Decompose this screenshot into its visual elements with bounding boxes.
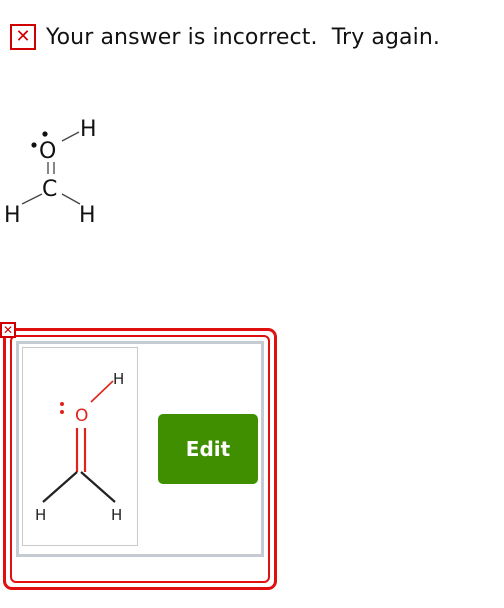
feedback-text: Your answer is incorrect. Try again. <box>46 24 440 50</box>
h-right-label: H <box>111 506 122 524</box>
c-h-bond-left <box>21 193 43 205</box>
h-left-label: H <box>4 203 21 228</box>
c-h-bond-right <box>80 471 116 503</box>
lone-pair-dot <box>42 131 48 137</box>
lone-pair-dot <box>31 142 37 148</box>
submitted-structure: O H C H H <box>4 117 97 228</box>
oxygen-label: O <box>39 139 56 164</box>
h-right-label: H <box>79 203 96 228</box>
h-top-label: H <box>80 117 97 142</box>
x-mark-icon: ✕ <box>0 322 16 338</box>
feedback-message: ✕ Your answer is incorrect. Try again. <box>10 24 440 50</box>
o-h-bond <box>61 131 80 142</box>
h-left-label: H <box>35 506 46 524</box>
lone-pair-dot <box>60 402 64 406</box>
structure-drawing[interactable]: H O H H <box>22 347 138 546</box>
c-h-bond-right <box>61 193 81 205</box>
c-h-bond-left <box>42 471 78 503</box>
lone-pair-dot <box>60 410 64 414</box>
o-h-bond <box>90 380 114 403</box>
edit-button[interactable]: Edit <box>158 414 258 484</box>
page: ✕ Your answer is incorrect. Try again. O… <box>0 0 504 608</box>
h-top-label: H <box>113 370 124 388</box>
carbon-label: C <box>42 177 57 202</box>
oxygen-label: O <box>75 406 88 426</box>
structure-svg: H O H H <box>35 370 124 524</box>
x-mark-icon: ✕ <box>10 24 36 50</box>
